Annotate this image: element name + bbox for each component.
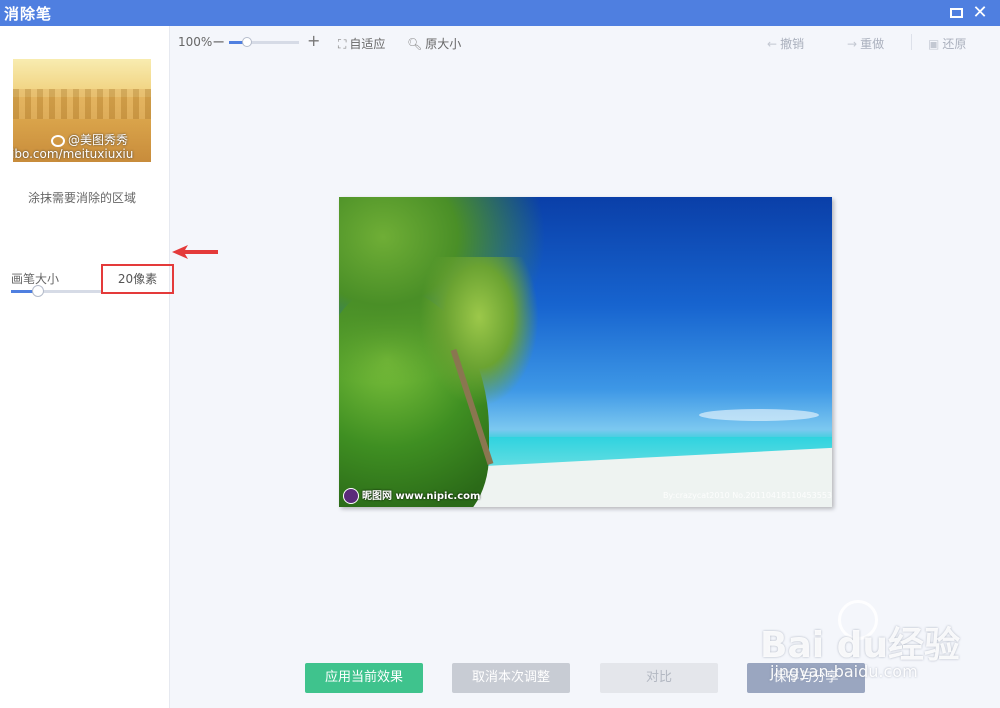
brush-slider-handle[interactable] bbox=[32, 285, 44, 297]
zoom-level: 100% bbox=[178, 35, 213, 49]
brush-size-value: 20像素 bbox=[101, 264, 174, 294]
top-toolbar: 100% − + ⛶ 自适应 🔍︎ 原大小 ← 撤销 → 重做 ▣ 还原 bbox=[170, 26, 1000, 58]
annotation-arrow-icon bbox=[172, 245, 218, 259]
close-button[interactable]: ✕ bbox=[970, 3, 990, 23]
thumbnail-watermark-bottom: ibo.com/meituxiuxiu bbox=[13, 147, 134, 161]
preview-thumbnail: @美图秀秀 ibo.com/meituxiuxiu bbox=[13, 59, 151, 162]
thumbnail-dunes bbox=[13, 89, 151, 119]
sidebar: @美图秀秀 ibo.com/meituxiuxiu 涂抹需要消除的区域 画笔大小… bbox=[0, 26, 174, 708]
restore-button[interactable]: ▣ 还原 bbox=[928, 35, 966, 52]
zoom-out-button[interactable]: − bbox=[212, 32, 225, 51]
nipic-logo-icon bbox=[343, 488, 359, 504]
save-share-button[interactable]: 保存与分享 bbox=[747, 663, 865, 693]
photo-palm-secondary bbox=[419, 257, 539, 407]
redo-button[interactable]: → 重做 bbox=[847, 35, 884, 52]
watermark-brand: Bai du经验 bbox=[760, 625, 961, 666]
zoom-slider[interactable] bbox=[229, 37, 299, 47]
instruction-hint: 涂抹需要消除的区域 bbox=[27, 191, 136, 205]
photo-watermark-left: 昵图网 www.nipic.com bbox=[343, 487, 480, 504]
weibo-icon bbox=[51, 134, 65, 147]
arrow-right-icon: → bbox=[847, 37, 858, 51]
title-bar: 消除笔 ✕ bbox=[0, 0, 1000, 26]
brush-size-slider[interactable] bbox=[11, 285, 101, 297]
apply-effect-button[interactable]: 应用当前效果 bbox=[305, 663, 423, 693]
photo-cloud bbox=[699, 409, 819, 421]
baidu-paw-icon bbox=[838, 600, 878, 640]
fit-button[interactable]: ⛶ 自适应 bbox=[338, 35, 385, 52]
cancel-adjustment-button[interactable]: 取消本次调整 bbox=[452, 663, 570, 693]
editing-canvas-image[interactable]: 昵图网 www.nipic.com By:crazycat2010 No.201… bbox=[339, 197, 832, 507]
magnifier-icon: 🔍︎ bbox=[407, 37, 423, 51]
fit-screen-icon: ⛶ bbox=[338, 37, 347, 51]
image-icon: ▣ bbox=[928, 37, 940, 51]
window-title: 消除笔 bbox=[4, 5, 53, 23]
maximize-button[interactable] bbox=[946, 3, 966, 23]
toolbar-divider bbox=[911, 34, 912, 50]
photo-watermark-right: By:crazycat2010 No.20110418110453553000 bbox=[663, 491, 832, 500]
close-icon: ✕ bbox=[972, 2, 988, 23]
zoom-in-button[interactable]: + bbox=[307, 31, 320, 50]
thumbnail-watermark-top: @美图秀秀 bbox=[51, 131, 128, 148]
arrow-left-icon: ← bbox=[767, 37, 778, 51]
compare-button[interactable]: 对比 bbox=[600, 663, 718, 693]
zoom-slider-handle[interactable] bbox=[242, 37, 252, 47]
maximize-icon bbox=[949, 8, 963, 18]
undo-button[interactable]: ← 撤销 bbox=[767, 35, 804, 52]
original-size-button[interactable]: 🔍︎ 原大小 bbox=[407, 35, 461, 52]
